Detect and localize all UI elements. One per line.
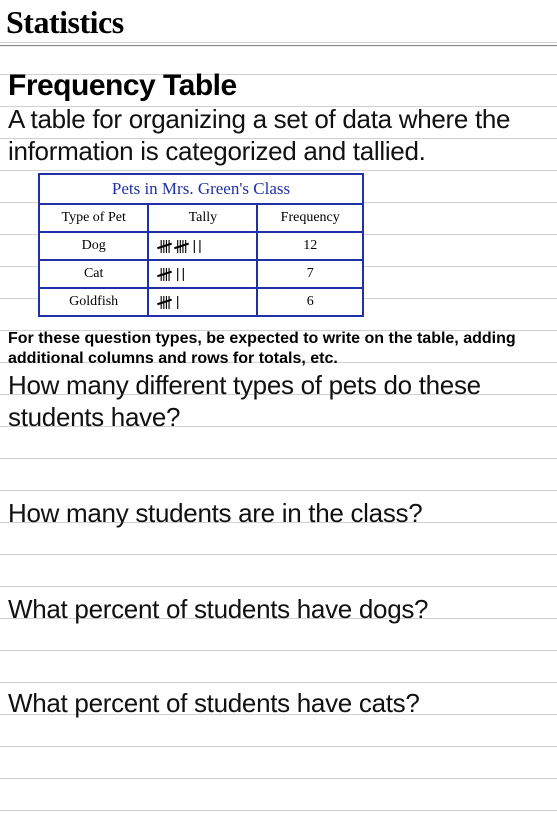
cell-type: Cat: [39, 260, 148, 288]
question-1: How many different types of pets do thes…: [8, 369, 549, 433]
cell-type: Goldfish: [39, 288, 148, 316]
table-row: Dog |||||||||| 12: [39, 232, 363, 260]
table-row: Cat |||||| 7: [39, 260, 363, 288]
table-header-row: Type of Pet Tally Frequency: [39, 204, 363, 232]
table-row: Goldfish ||||| 6: [39, 288, 363, 316]
cell-frequency: 6: [257, 288, 363, 316]
cell-tally: |||||: [148, 288, 257, 316]
cell-frequency: 7: [257, 260, 363, 288]
frequency-table-container: Pets in Mrs. Green's Class Type of Pet T…: [38, 173, 364, 317]
frequency-table: Pets in Mrs. Green's Class Type of Pet T…: [38, 173, 364, 317]
header-frequency: Frequency: [257, 204, 363, 232]
page-content: Statistics Frequency Table A table for o…: [0, 0, 557, 719]
definition-text: A table for organizing a set of data whe…: [8, 103, 549, 167]
cell-tally: ||||||: [148, 260, 257, 288]
question-3: What percent of students have dogs?: [8, 593, 549, 625]
page-title: Statistics: [0, 0, 557, 41]
table-title: Pets in Mrs. Green's Class: [39, 174, 363, 204]
header-type: Type of Pet: [39, 204, 148, 232]
note-text: For these question types, be expected to…: [8, 317, 549, 369]
question-4: What percent of students have cats?: [8, 687, 549, 719]
section-heading: Frequency Table: [8, 69, 549, 103]
question-2: How many students are in the class?: [8, 497, 549, 529]
cell-tally: ||||||||||: [148, 232, 257, 260]
title-underline: [0, 45, 557, 47]
header-tally: Tally: [148, 204, 257, 232]
cell-frequency: 12: [257, 232, 363, 260]
cell-type: Dog: [39, 232, 148, 260]
